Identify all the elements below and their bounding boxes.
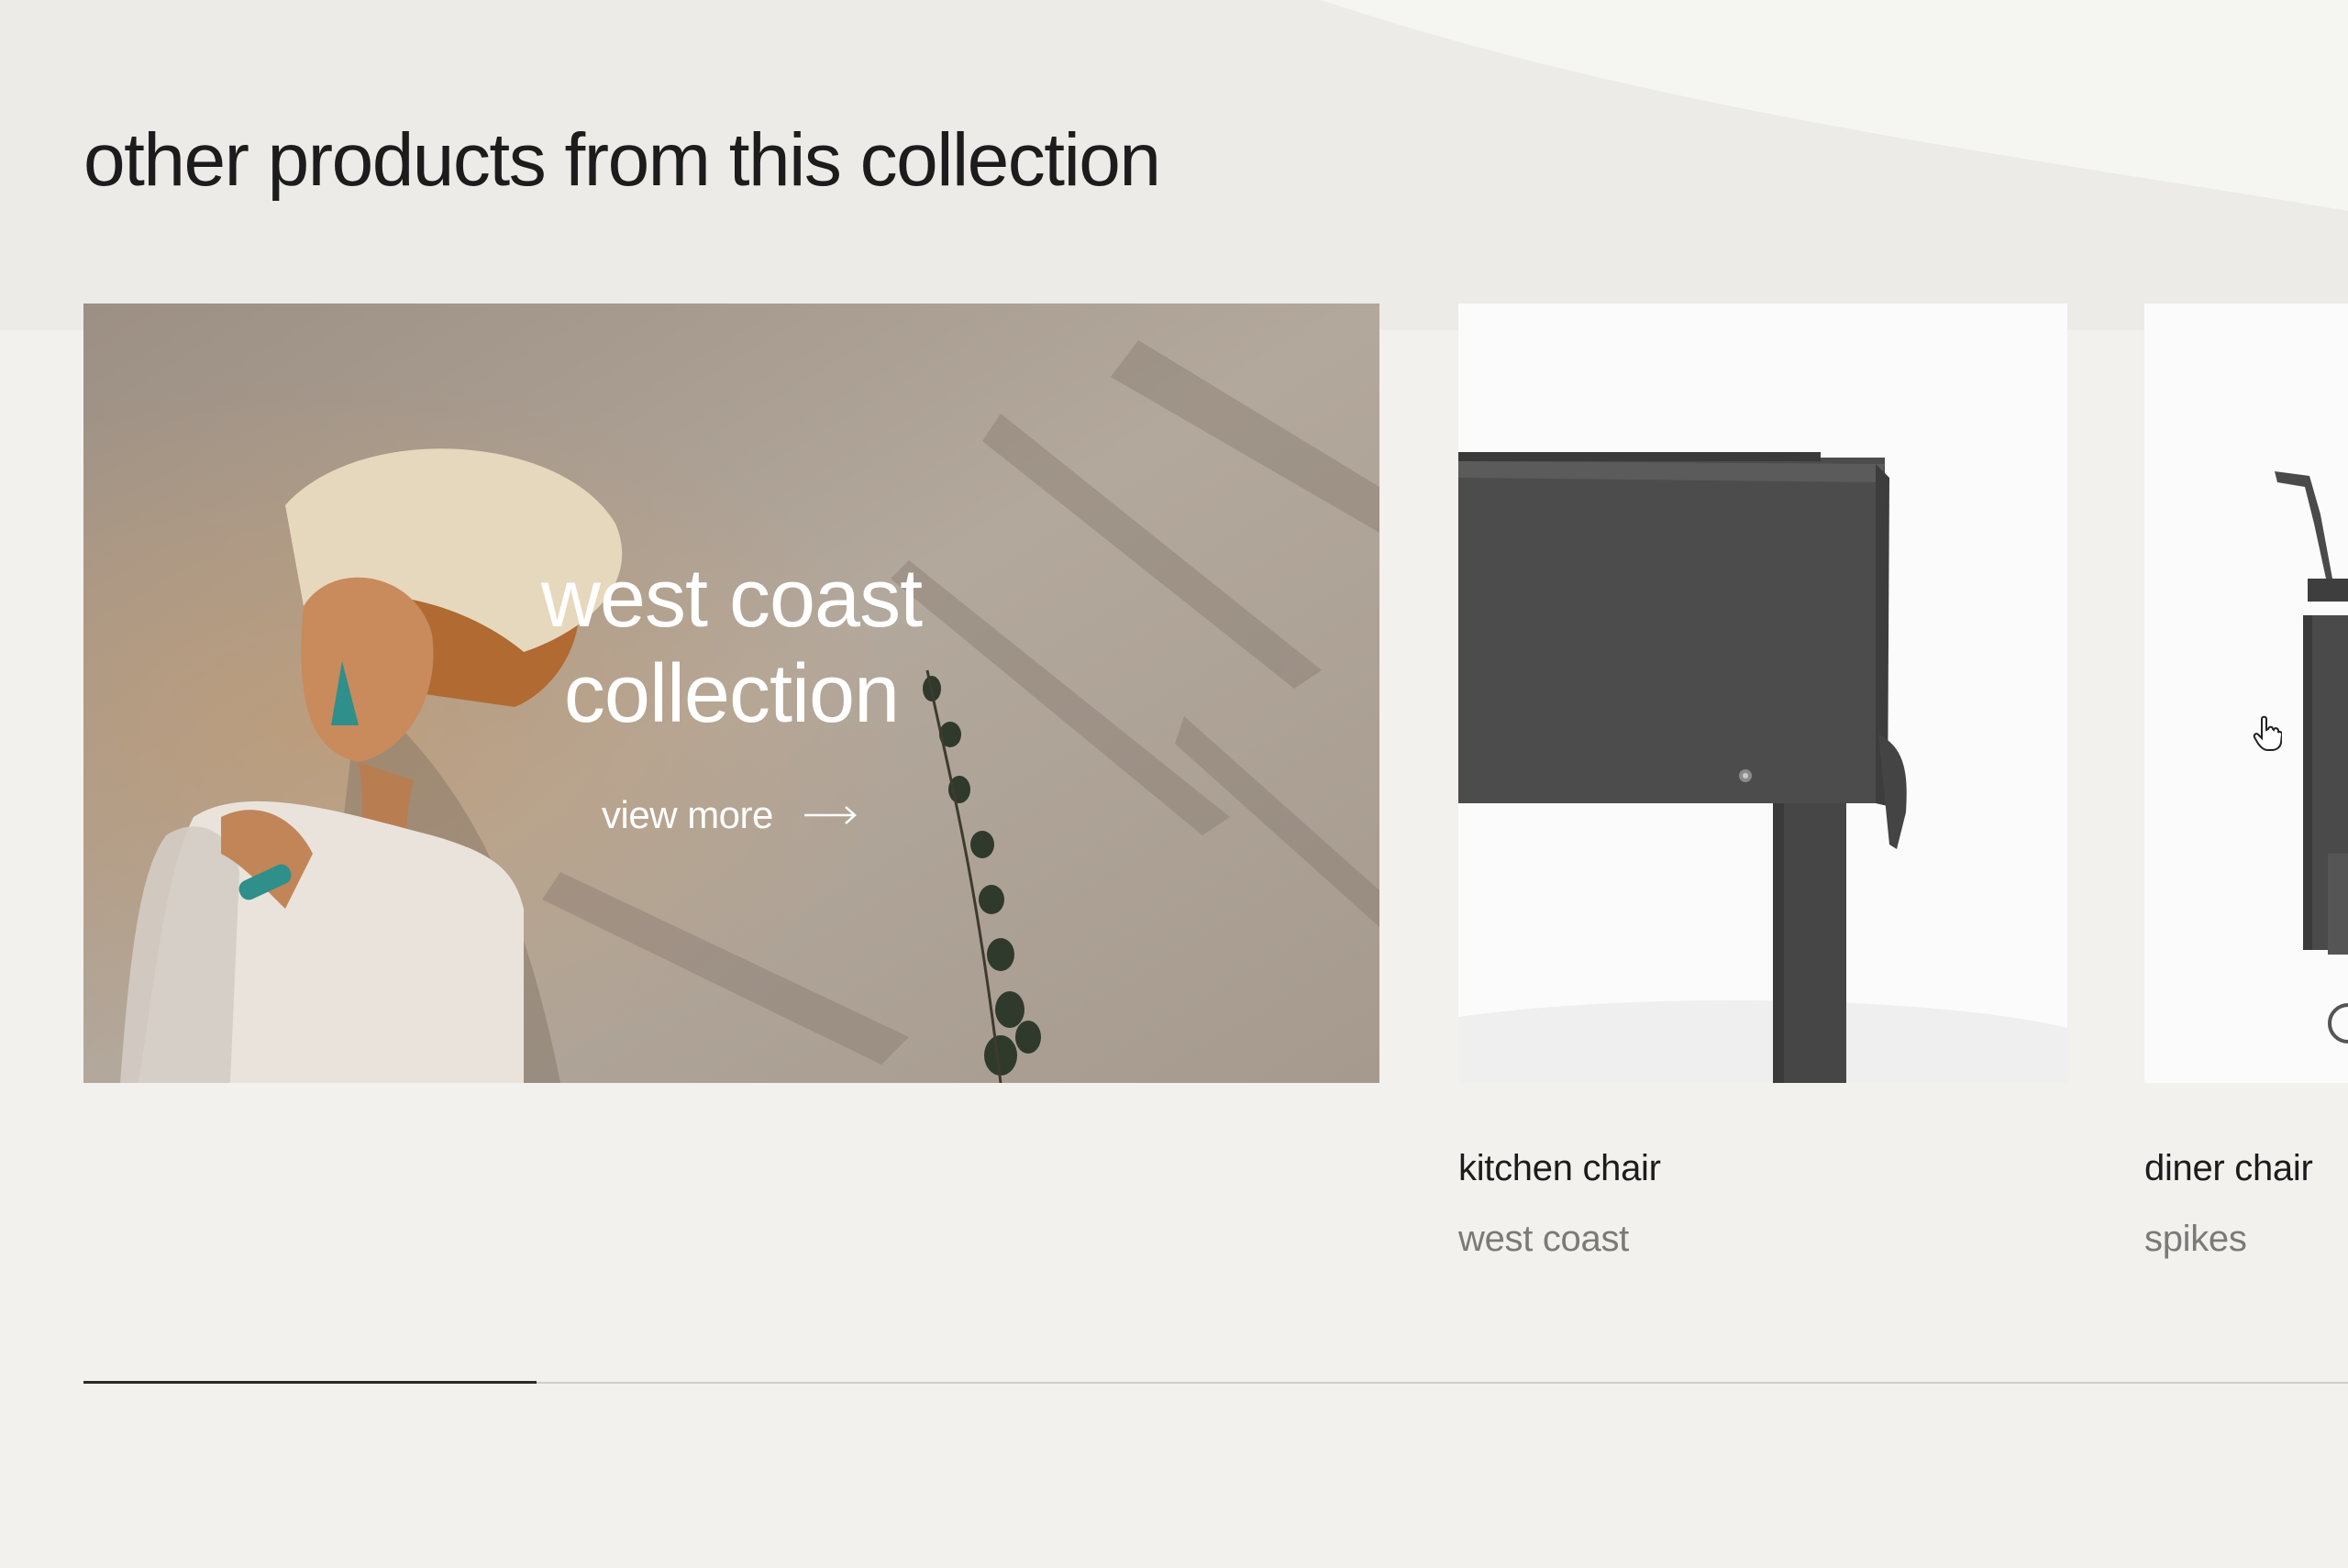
arrow-right-icon <box>803 806 857 824</box>
product-card-diner-chair[interactable]: diner chair spikes <box>2144 304 2348 1259</box>
product-image-diner-chair <box>2144 304 2348 1083</box>
product-card-kitchen-chair[interactable]: kitchen chair west coast <box>1458 304 2067 1259</box>
hero-title-line-2: collection <box>563 648 900 740</box>
hand-cursor-icon <box>2253 715 2282 751</box>
view-more-label: view more <box>602 793 773 836</box>
product-name: kitchen chair <box>1458 1148 1661 1188</box>
view-more-link[interactable]: view more <box>602 788 858 843</box>
collection-hero-card[interactable]: west coast collection view more <box>83 304 1379 1083</box>
carousel-scrollbar[interactable] <box>83 1381 2348 1384</box>
carousel-scroll-thumb[interactable] <box>83 1381 537 1384</box>
product-collection: spikes <box>2144 1219 2247 1259</box>
product-image-kitchen-chair <box>1458 304 2067 1083</box>
product-name: diner chair <box>2144 1148 2313 1188</box>
hero-title: west coast collection <box>83 551 1379 742</box>
product-carousel[interactable]: west coast collection view more kitchen … <box>0 0 2348 1568</box>
hero-overlay: west coast collection view more <box>83 304 1379 1083</box>
product-collection: west coast <box>1458 1219 1629 1259</box>
hero-title-line-1: west coast <box>540 553 923 645</box>
